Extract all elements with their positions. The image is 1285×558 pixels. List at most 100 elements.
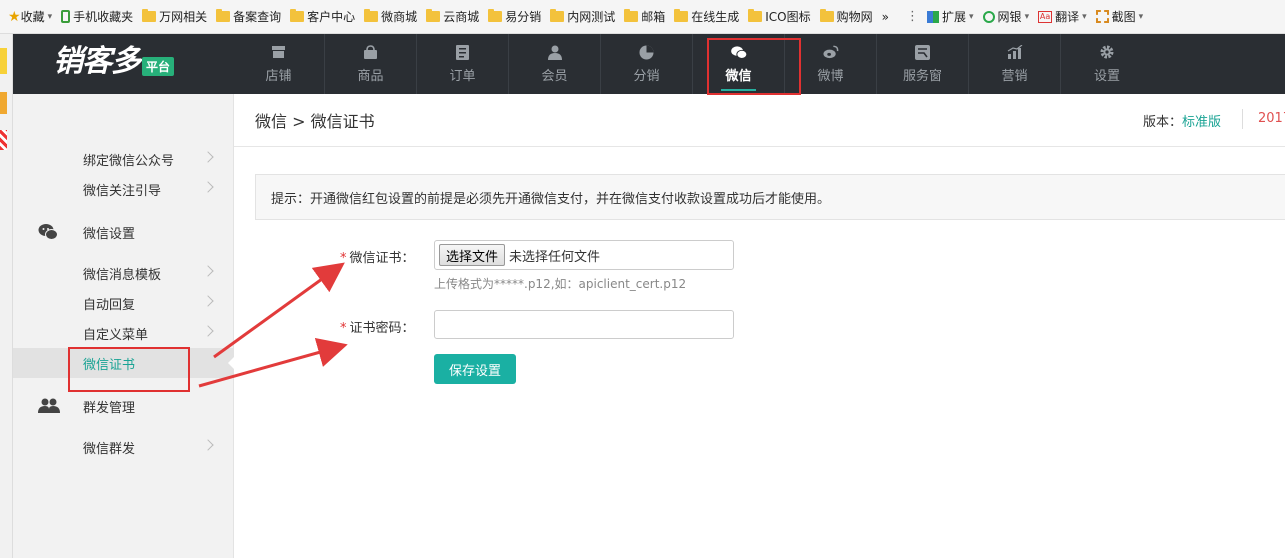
folder-icon bbox=[819, 9, 834, 22]
sidebar-item-message-template[interactable]: 微信消息模板 bbox=[13, 258, 234, 288]
chevron-down-icon: ▾ bbox=[1082, 11, 1087, 22]
version-link[interactable]: 标准版 bbox=[1182, 115, 1221, 130]
chevron-right-icon bbox=[202, 295, 214, 307]
bookmark-favorites[interactable]: ★ 收藏 ▾ bbox=[8, 8, 52, 25]
annotation-highlight-box bbox=[68, 347, 190, 392]
bookmark-folder[interactable]: 购物网 bbox=[819, 8, 873, 25]
folder-icon bbox=[426, 9, 441, 22]
sidebar-item-custom-menu[interactable]: 自定义菜单 bbox=[13, 318, 234, 348]
chevron-right-icon bbox=[202, 151, 214, 163]
user-icon bbox=[547, 44, 563, 60]
cert-label: * 微信证书： bbox=[340, 251, 415, 266]
nav-members[interactable]: 会员 bbox=[509, 34, 601, 94]
gear-icon bbox=[1099, 44, 1115, 60]
chevron-right-icon bbox=[202, 439, 214, 451]
more-vertical-icon[interactable]: ⋮ bbox=[906, 9, 919, 24]
bookmark-folder[interactable]: 微商城 bbox=[364, 8, 417, 25]
nav-service-window[interactable]: 服务窗 bbox=[877, 34, 969, 94]
bank-icon bbox=[982, 10, 995, 23]
nav-marketing[interactable]: 营销 bbox=[969, 34, 1061, 94]
side-tool-icon[interactable] bbox=[0, 48, 7, 74]
sidebar-group-mass-send: 群发管理 bbox=[13, 390, 234, 422]
bookmarks-more-button[interactable]: » bbox=[882, 10, 889, 24]
nav-goods[interactable]: 商品 bbox=[325, 34, 417, 94]
sidebar-item-auto-reply[interactable]: 自动回复 bbox=[13, 288, 234, 318]
password-label: * 证书密码： bbox=[340, 321, 415, 336]
folder-icon bbox=[488, 9, 503, 22]
weibo-icon bbox=[822, 44, 839, 60]
cert-password-input[interactable] bbox=[434, 310, 734, 339]
chevron-right-icon bbox=[202, 265, 214, 277]
screenshot-icon bbox=[1095, 10, 1109, 23]
bag-icon bbox=[363, 44, 379, 60]
file-status: 未选择任何文件 bbox=[509, 249, 601, 265]
chevron-down-icon: ▾ bbox=[47, 11, 53, 22]
sidebar-item-bind-account[interactable]: 绑定微信公众号 bbox=[13, 144, 234, 174]
bookmark-folder[interactable]: 万网相关 bbox=[142, 8, 207, 25]
tool-screenshot[interactable]: 截图 ▾ bbox=[1095, 8, 1144, 25]
bookmark-folder[interactable]: 备案查询 bbox=[216, 8, 281, 25]
bookmark-folder[interactable]: 客户中心 bbox=[290, 8, 355, 25]
extension-icon bbox=[927, 10, 939, 23]
cert-hint: 上传格式为*****.p12,如：apiclient_cert.p12 bbox=[434, 277, 687, 291]
folder-icon bbox=[624, 9, 639, 22]
cert-file-input[interactable]: 选择文件 未选择任何文件 bbox=[434, 240, 734, 270]
chevron-right-icon bbox=[202, 181, 214, 193]
nav-settings[interactable]: 设置 bbox=[1061, 34, 1153, 94]
nav-distribution[interactable]: 分销 bbox=[601, 34, 693, 94]
sidebar-group-wechat-settings: 微信设置 bbox=[13, 216, 234, 248]
side-tool-icon[interactable] bbox=[0, 92, 7, 114]
required-mark: * bbox=[340, 321, 347, 336]
folder-icon bbox=[216, 9, 231, 22]
chevron-down-icon: ▾ bbox=[969, 11, 974, 22]
tool-extensions[interactable]: 扩展 ▾ bbox=[927, 8, 974, 25]
store-icon bbox=[271, 44, 287, 60]
logo[interactable]: 销客多 平台 bbox=[53, 44, 175, 80]
bookmark-mobile[interactable]: 手机收藏夹 bbox=[61, 8, 133, 25]
wechat-settings-icon bbox=[38, 223, 58, 241]
nav-store[interactable]: 店铺 bbox=[233, 34, 325, 94]
folder-icon bbox=[550, 9, 565, 22]
folder-icon bbox=[748, 9, 763, 22]
divider bbox=[1242, 109, 1243, 129]
tool-translate[interactable]: Aa 翻译 ▾ bbox=[1038, 8, 1087, 25]
bookmark-folder[interactable]: 易分销 bbox=[488, 8, 541, 25]
folder-icon bbox=[674, 9, 689, 22]
translate-icon: Aa bbox=[1038, 10, 1053, 23]
choose-file-button[interactable]: 选择文件 bbox=[439, 244, 506, 266]
bookmark-folder[interactable]: 邮箱 bbox=[624, 8, 665, 25]
chart-icon bbox=[1007, 44, 1023, 60]
folder-icon bbox=[142, 9, 157, 22]
bookmark-folder[interactable]: 云商城 bbox=[426, 8, 479, 25]
divider bbox=[234, 146, 1285, 147]
bookmark-folder[interactable]: 内网测试 bbox=[550, 8, 615, 25]
chevron-down-icon: ▾ bbox=[1024, 11, 1030, 22]
required-mark: * bbox=[340, 251, 347, 266]
top-nav-bar: 销客多 平台 店铺 商品 订单 会员 分销 微信 微博 服务窗 营销 设置 bbox=[13, 34, 1285, 94]
save-button[interactable]: 保存设置 bbox=[434, 354, 516, 384]
chevron-right-icon bbox=[202, 325, 214, 337]
nav-orders[interactable]: 订单 bbox=[417, 34, 509, 94]
browser-side-strip bbox=[0, 34, 13, 558]
sidebar-item-mass-send[interactable]: 微信群发 bbox=[13, 432, 234, 462]
group-users-icon bbox=[38, 397, 60, 415]
year-text: 2017 bbox=[1258, 111, 1285, 126]
annotation-highlight-box bbox=[707, 38, 801, 95]
tip-banner: 提示：开通微信红包设置的前提是必须先开通微信支付，并在微信支付收款设置成功后才能… bbox=[255, 174, 1285, 220]
sidebar-item-follow-guide[interactable]: 微信关注引导 bbox=[13, 174, 234, 204]
order-icon bbox=[455, 44, 471, 60]
folder-icon bbox=[364, 9, 379, 22]
pie-icon bbox=[639, 44, 655, 60]
version-info: 版本：标准版 bbox=[1143, 115, 1222, 130]
tool-bank[interactable]: 网银 ▾ bbox=[982, 8, 1030, 25]
service-window-icon bbox=[915, 44, 931, 60]
phone-icon bbox=[61, 10, 71, 23]
side-tool-icon[interactable] bbox=[0, 130, 7, 150]
sidebar: 绑定微信公众号 微信关注引导 微信设置 微信消息模板 自动回复 自定义菜单 微信… bbox=[13, 94, 235, 558]
breadcrumb: 微信 > 微信证书 bbox=[255, 112, 375, 131]
bookmark-folder[interactable]: 在线生成 bbox=[674, 8, 739, 25]
bookmarks-bar: ★ 收藏 ▾ 手机收藏夹 万网相关 备案查询 客户中心 微商城 云商城 易分销 … bbox=[0, 0, 1285, 34]
folder-icon bbox=[290, 9, 305, 22]
chevron-down-icon: ▾ bbox=[1138, 11, 1144, 22]
bookmark-folder[interactable]: ICO图标 bbox=[748, 8, 811, 25]
